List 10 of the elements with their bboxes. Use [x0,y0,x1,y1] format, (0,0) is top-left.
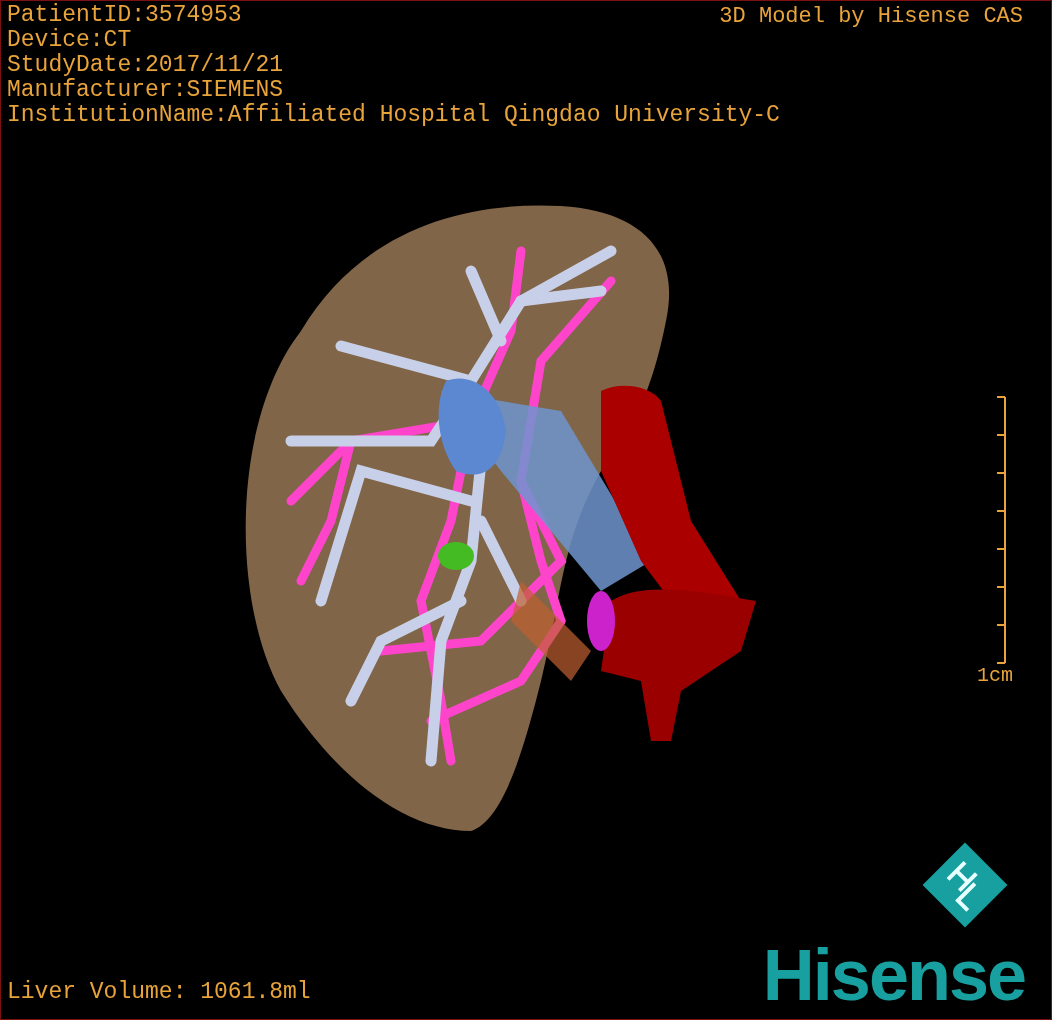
study-info-text: PatientID:3574953 [7,3,242,28]
logo-wordmark: Hisense [762,937,1025,1013]
liver-volume-text: Liver Volume: 1061.8ml [7,979,311,1005]
scale-bar-icon [995,396,1007,664]
study-info-text: Manufacturer:SIEMENS [7,78,284,103]
study-info-text: InstitutionName:Affiliated Hospital Qingdao University-C [7,103,780,128]
study-info-text: Device:CT [7,28,132,53]
credit-text: 3D Model by Hisense CAS [719,4,1023,29]
scale-label: 1cm [977,664,1013,688]
study-info-text: StudyDate:2017/11/21 [7,53,284,78]
